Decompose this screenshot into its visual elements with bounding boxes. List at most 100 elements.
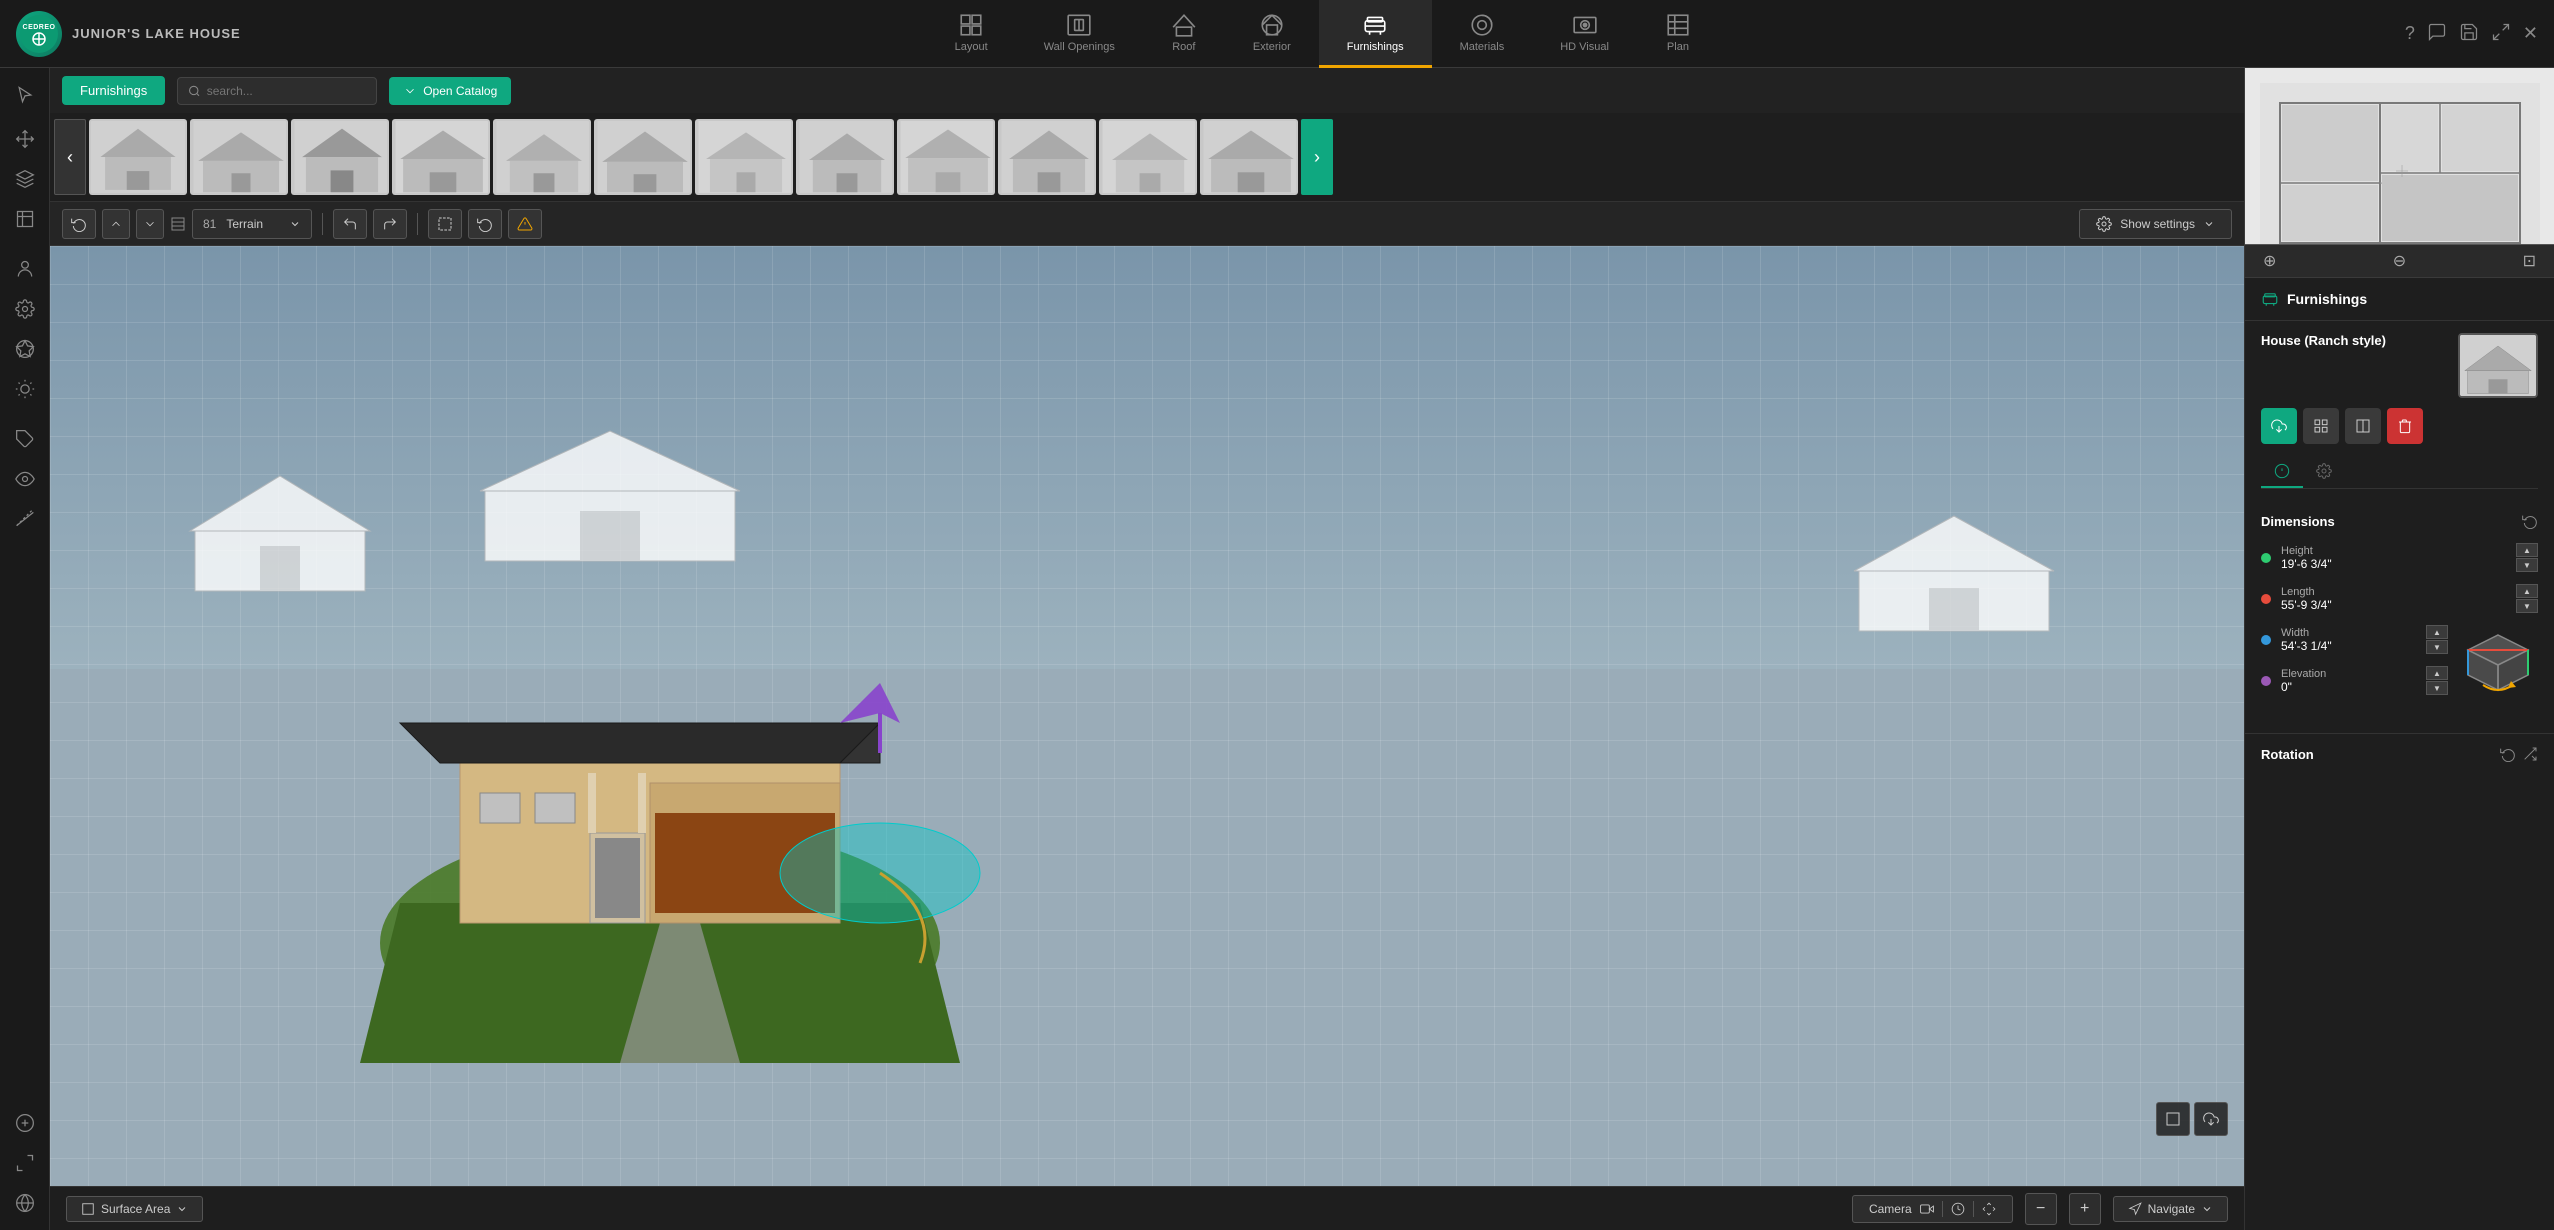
thumb-7[interactable] bbox=[695, 119, 793, 195]
nav-item-hd-visual[interactable]: HD Visual bbox=[1532, 0, 1637, 68]
length-dot bbox=[2261, 594, 2271, 604]
download-view-btn[interactable] bbox=[2194, 1102, 2228, 1136]
grid-view-btn[interactable] bbox=[2303, 408, 2339, 444]
person-icon[interactable] bbox=[6, 250, 44, 288]
panel-icon bbox=[2261, 290, 2279, 308]
nav-items: Layout Wall Openings Roof Exterior Furni… bbox=[257, 0, 2389, 68]
settings-icon[interactable] bbox=[6, 290, 44, 328]
level-down-btn[interactable] bbox=[136, 209, 164, 239]
light-icon[interactable] bbox=[6, 370, 44, 408]
level-up-btn[interactable] bbox=[102, 209, 130, 239]
panel-content: House (Ranch style) bbox=[2245, 321, 2554, 513]
add-icon[interactable] bbox=[6, 1104, 44, 1142]
tag-icon[interactable] bbox=[6, 420, 44, 458]
action-buttons bbox=[2261, 408, 2538, 444]
move-icon[interactable] bbox=[6, 120, 44, 158]
thumb-next-btn[interactable]: › bbox=[1301, 119, 1333, 195]
navigate-btn[interactable]: Navigate bbox=[2113, 1196, 2228, 1222]
length-up[interactable]: ▲ bbox=[2516, 584, 2538, 598]
neighbor-center bbox=[470, 416, 750, 569]
cursor-icon[interactable] bbox=[6, 76, 44, 114]
dimensions-reset-icon[interactable] bbox=[2522, 513, 2538, 529]
zoom-in-icon[interactable] bbox=[6, 1144, 44, 1182]
ruler-icon[interactable] bbox=[6, 500, 44, 538]
minimap-zoom-in[interactable]: ⊕ bbox=[2255, 249, 2284, 273]
height-up[interactable]: ▲ bbox=[2516, 543, 2538, 557]
zoom-plus-btn[interactable]: + bbox=[2069, 1193, 2101, 1225]
redo-btn[interactable] bbox=[373, 209, 407, 239]
surface-area-btn[interactable]: Surface Area bbox=[66, 1196, 203, 1222]
height-down[interactable]: ▼ bbox=[2516, 558, 2538, 572]
show-settings-btn[interactable]: Show settings bbox=[2079, 209, 2232, 239]
download-btn[interactable] bbox=[2261, 408, 2297, 444]
layers-icon[interactable] bbox=[6, 160, 44, 198]
compass-icon[interactable] bbox=[6, 330, 44, 368]
nav-right: ? ✕ bbox=[2389, 22, 2554, 45]
furnishings-tab[interactable]: Furnishings bbox=[62, 76, 165, 105]
thumb-4[interactable] bbox=[392, 119, 490, 195]
width-label: Width bbox=[2281, 627, 2416, 639]
width-up[interactable]: ▲ bbox=[2426, 625, 2448, 639]
earth-icon[interactable] bbox=[6, 1184, 44, 1222]
split-view-btn[interactable] bbox=[2345, 408, 2381, 444]
floor-plan-icon[interactable] bbox=[6, 200, 44, 238]
rotation-random-icon[interactable] bbox=[2522, 746, 2538, 762]
zoom-minus-btn[interactable]: − bbox=[2025, 1193, 2057, 1225]
thumb-10[interactable] bbox=[998, 119, 1096, 195]
nav-item-plan[interactable]: Plan bbox=[1637, 0, 1719, 68]
dimensions-section: Dimensions Height 19'-6 3/4" ▲ ▼ bbox=[2245, 513, 2554, 734]
logo-area: CEDREO JUNIOR'S LAKE HOUSE bbox=[0, 11, 257, 57]
nav-item-exterior[interactable]: Exterior bbox=[1225, 0, 1319, 68]
thumb-prev-btn[interactable]: ‹ bbox=[54, 119, 86, 195]
save-icon[interactable] bbox=[2459, 22, 2479, 45]
length-row: Length 55'-9 3/4" ▲ ▼ bbox=[2261, 584, 2538, 613]
width-down[interactable]: ▼ bbox=[2426, 640, 2448, 654]
open-catalog-btn[interactable]: Open Catalog bbox=[389, 77, 511, 105]
tab-edit[interactable] bbox=[2303, 456, 2345, 488]
elevation-up[interactable]: ▲ bbox=[2426, 666, 2448, 680]
elevation-down[interactable]: ▼ bbox=[2426, 681, 2448, 695]
main-area: Furnishings Open Catalog ‹ bbox=[0, 68, 2554, 1230]
elevation-stepper: ▲ ▼ bbox=[2426, 666, 2448, 695]
thumb-8[interactable] bbox=[796, 119, 894, 195]
tab-info[interactable] bbox=[2261, 456, 2303, 488]
nav-item-layout[interactable]: Layout bbox=[927, 0, 1016, 68]
thumb-3[interactable] bbox=[291, 119, 389, 195]
square-view-btn[interactable] bbox=[2156, 1102, 2190, 1136]
logo: CEDREO bbox=[16, 11, 62, 57]
width-value: 54'-3 1/4" bbox=[2281, 639, 2416, 653]
thumb-2[interactable] bbox=[190, 119, 288, 195]
nav-item-wall-openings[interactable]: Wall Openings bbox=[1016, 0, 1143, 68]
select-btn[interactable] bbox=[428, 209, 462, 239]
thumb-5[interactable] bbox=[493, 119, 591, 195]
rotation-reset-icon[interactable] bbox=[2500, 746, 2516, 762]
viewport[interactable] bbox=[50, 246, 2244, 1186]
thumb-9[interactable] bbox=[897, 119, 995, 195]
minimap-fit[interactable]: ⊡ bbox=[2515, 249, 2544, 273]
eye-icon[interactable] bbox=[6, 460, 44, 498]
chat-icon[interactable] bbox=[2427, 22, 2447, 45]
nav-item-roof[interactable]: Roof bbox=[1143, 0, 1225, 68]
nav-item-furnishings[interactable]: Furnishings bbox=[1319, 0, 1432, 68]
delete-btn[interactable] bbox=[2387, 408, 2423, 444]
thumb-11[interactable] bbox=[1099, 119, 1197, 195]
main-house bbox=[340, 563, 990, 1066]
minimap-zoom-out[interactable]: ⊖ bbox=[2385, 249, 2414, 273]
thumb-6[interactable] bbox=[594, 119, 692, 195]
top-nav: CEDREO JUNIOR'S LAKE HOUSE Layout Wall O… bbox=[0, 0, 2554, 68]
thumbnail-strip: ‹ bbox=[50, 113, 2244, 201]
fullscreen-icon[interactable] bbox=[2491, 22, 2511, 45]
thumb-1[interactable] bbox=[89, 119, 187, 195]
length-down[interactable]: ▼ bbox=[2516, 599, 2538, 613]
nav-item-materials[interactable]: Materials bbox=[1432, 0, 1533, 68]
search-input[interactable] bbox=[207, 84, 366, 98]
rotate-btn[interactable] bbox=[468, 209, 502, 239]
close-icon[interactable]: ✕ bbox=[2523, 23, 2538, 44]
terrain-selector[interactable]: 81 Terrain bbox=[192, 209, 312, 239]
undo-btn[interactable] bbox=[333, 209, 367, 239]
help-icon[interactable]: ? bbox=[2405, 23, 2415, 44]
warn-btn[interactable] bbox=[508, 209, 542, 239]
thumb-12[interactable] bbox=[1200, 119, 1298, 195]
reset-btn[interactable] bbox=[62, 209, 96, 239]
minimap: ⊕ ⊖ ⊡ bbox=[2244, 68, 2554, 278]
